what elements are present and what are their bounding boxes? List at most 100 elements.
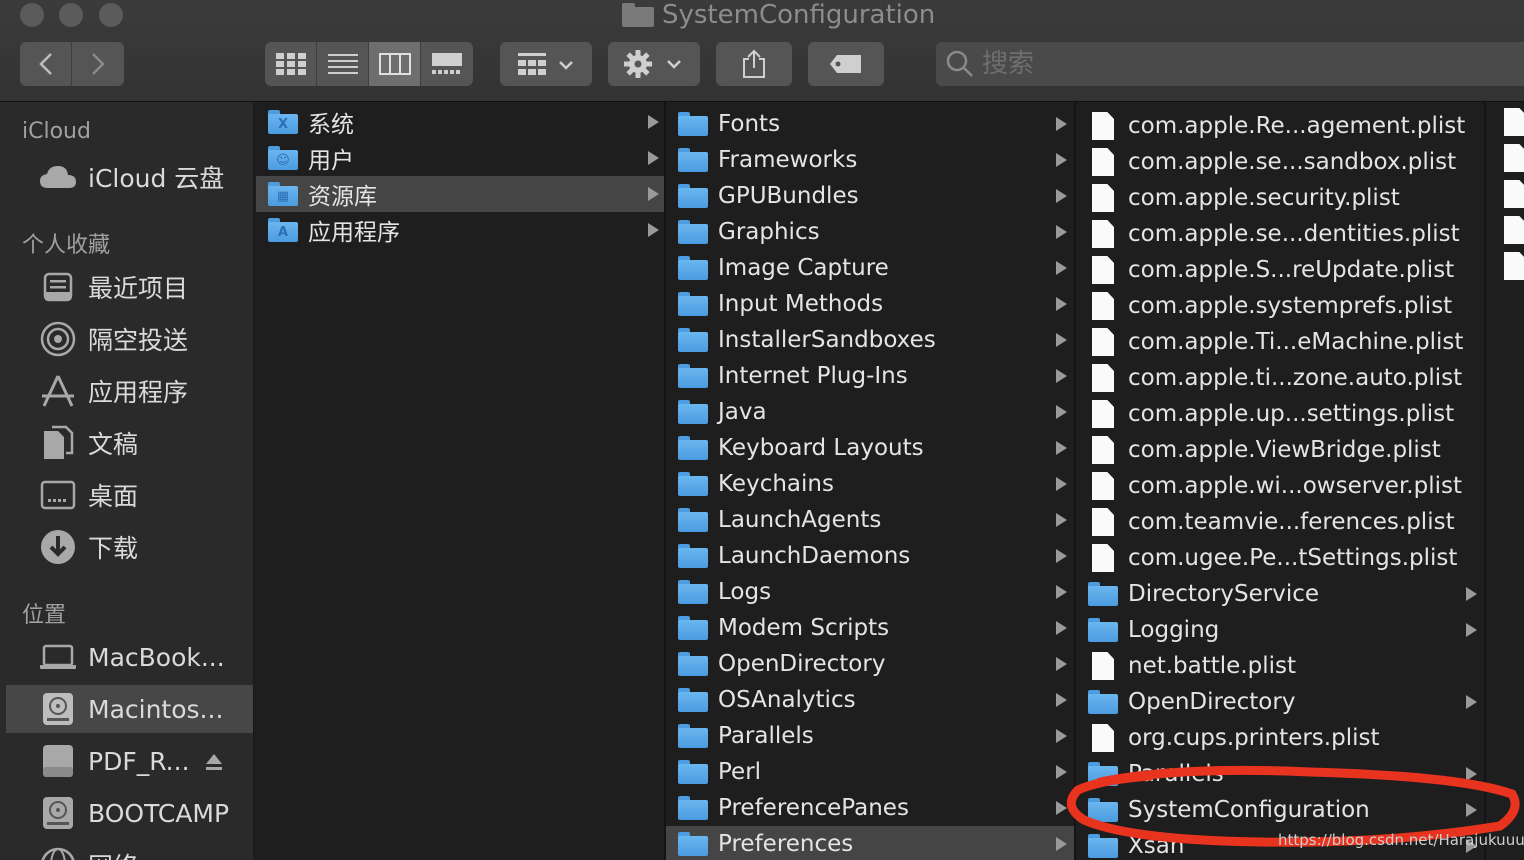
column-item-3[interactable]: A 应用程序: [256, 212, 664, 248]
column-item-label: Xsan: [1128, 833, 1185, 859]
column-item-14[interactable]: Logging: [1076, 612, 1484, 648]
chevron-right-icon: [92, 53, 105, 75]
column-item-9[interactable]: com.apple.ViewBridge.plist: [1076, 432, 1484, 468]
search-input[interactable]: [982, 49, 1482, 79]
column-item-1[interactable]: Frameworks: [666, 142, 1074, 178]
forward-button[interactable]: [72, 42, 124, 86]
column-item-9[interactable]: Keyboard Layouts: [666, 430, 1074, 466]
column-item-16[interactable]: OSAnalytics: [666, 682, 1074, 718]
column-item-5[interactable]: com.apple.systemprefs.plist: [1076, 288, 1484, 324]
column-item-18[interactable]: Perl: [666, 754, 1074, 790]
back-button[interactable]: [20, 42, 72, 86]
column-item-label: com.apple.S...reUpdate.plist: [1128, 257, 1455, 283]
close-window-button[interactable]: [20, 3, 44, 27]
share-button[interactable]: [716, 42, 792, 86]
folder-icon: [1088, 762, 1118, 786]
column-item-6[interactable]: InstallerSandboxes: [666, 322, 1074, 358]
column-item-label: Perl: [718, 759, 762, 785]
column-item-0[interactable]: X 系统: [256, 104, 664, 140]
column-item-18[interactable]: Parallels: [1076, 756, 1484, 792]
folder-icon: [678, 328, 708, 352]
column-item-14[interactable]: Modem Scripts: [666, 610, 1074, 646]
column-item-1[interactable]: ☺ 用户: [256, 140, 664, 176]
column-item-2[interactable]: com.apple.security.plist: [1076, 180, 1484, 216]
sidebar-item-desktop[interactable]: 桌面: [6, 471, 253, 519]
column-item-15[interactable]: OpenDirectory: [666, 646, 1074, 682]
column-item-15[interactable]: net.battle.plist: [1076, 648, 1484, 684]
column-item-12[interactable]: LaunchDaemons: [666, 538, 1074, 574]
sidebar-item-network[interactable]: 网络: [6, 841, 253, 860]
sidebar-item-airdrop[interactable]: 隔空投送: [6, 315, 253, 363]
column-item-6[interactable]: com.apple.Ti...eMachine.plist: [1076, 324, 1484, 360]
network-icon: [38, 845, 78, 860]
group-by-button[interactable]: [500, 42, 592, 86]
column-item-label: com.apple.systemprefs.plist: [1128, 293, 1453, 319]
column-item-11[interactable]: LaunchAgents: [666, 502, 1074, 538]
search-field[interactable]: [936, 42, 1524, 86]
sidebar-item-bootcamp[interactable]: BOOTCAMP: [6, 789, 253, 837]
sidebar-item-downloads[interactable]: 下载: [6, 523, 253, 571]
document-icon: [1504, 216, 1524, 244]
chevron-right-icon: [1056, 801, 1067, 815]
column-item-11[interactable]: com.teamvie...ferences.plist: [1076, 504, 1484, 540]
chevron-right-icon: [1056, 225, 1067, 239]
list-view-button[interactable]: [317, 42, 369, 86]
column-item-7[interactable]: Internet Plug-Ins: [666, 358, 1074, 394]
column-item-0[interactable]: Fonts: [666, 106, 1074, 142]
chevron-left-icon: [38, 53, 52, 75]
eject-icon[interactable]: [204, 749, 224, 778]
document-icon: [1092, 724, 1114, 752]
column-item-3[interactable]: Graphics: [666, 214, 1074, 250]
document-icon: [1092, 148, 1114, 176]
icon-view-button[interactable]: [265, 42, 317, 86]
column-item-1[interactable]: com.apple.se...sandbox.plist: [1076, 144, 1484, 180]
column-item-3[interactable]: com.apple.se...dentities.plist: [1076, 216, 1484, 252]
gallery-view-button[interactable]: [421, 42, 473, 86]
column-item-8[interactable]: com.apple.up...settings.plist: [1076, 396, 1484, 432]
folder-icon: [678, 220, 708, 244]
sidebar-item-recents[interactable]: 最近项目: [6, 263, 253, 311]
column-item-4[interactable]: Image Capture: [666, 250, 1074, 286]
column-item-label: Frameworks: [718, 147, 858, 173]
sidebar-item-label: 网络: [88, 847, 138, 860]
column-item-19[interactable]: SystemConfiguration: [1076, 792, 1484, 828]
column-item-7[interactable]: com.apple.ti...zone.auto.plist: [1076, 360, 1484, 396]
column-item-0[interactable]: com.apple.Re...agement.plist: [1076, 108, 1484, 144]
column-view-button[interactable]: [369, 42, 421, 86]
column-item-8[interactable]: Java: [666, 394, 1074, 430]
column-item-13[interactable]: DirectoryService: [1076, 576, 1484, 612]
sidebar-item-documents[interactable]: 文稿: [6, 419, 253, 467]
tags-button[interactable]: [808, 42, 884, 86]
folder-icon: [678, 616, 708, 640]
sidebar-section-icloud: iCloud: [22, 119, 91, 144]
sidebar-item-macbook[interactable]: MacBook...: [6, 633, 253, 681]
sidebar-item-macintosh-hd[interactable]: Macintos...: [6, 685, 253, 733]
document-icon: [1092, 256, 1114, 284]
columns-icon: [378, 53, 411, 75]
column-item-16[interactable]: OpenDirectory: [1076, 684, 1484, 720]
share-icon: [743, 49, 765, 78]
column-item-10[interactable]: com.apple.wi...owserver.plist: [1076, 468, 1484, 504]
sidebar-item-label: Macintos...: [88, 694, 224, 724]
column-item-label: Graphics: [718, 219, 820, 245]
action-menu-button[interactable]: [608, 42, 700, 86]
column-item-5[interactable]: Input Methods: [666, 286, 1074, 322]
column-item-label: net.battle.plist: [1128, 653, 1297, 679]
column-item-13[interactable]: Logs: [666, 574, 1074, 610]
column-item-12[interactable]: com.ugee.Pe...tSettings.plist: [1076, 540, 1484, 576]
column-item-2[interactable]: ▦ 资源库: [256, 176, 664, 212]
sidebar-item-pdf-reader[interactable]: PDF_R...: [6, 737, 253, 785]
minimize-window-button[interactable]: [59, 3, 83, 27]
sidebar-item-icloud-drive[interactable]: iCloud 云盘: [6, 153, 253, 201]
sidebar-item-applications[interactable]: 应用程序: [6, 367, 253, 415]
column-item-20[interactable]: Preferences: [666, 826, 1074, 860]
column-item-17[interactable]: org.cups.printers.plist: [1076, 720, 1484, 756]
column-item-19[interactable]: PreferencePanes: [666, 790, 1074, 826]
desktop-icon: [38, 475, 78, 515]
column-item-2[interactable]: GPUBundles: [666, 178, 1074, 214]
zoom-window-button[interactable]: [99, 3, 123, 27]
column-item-17[interactable]: Parallels: [666, 718, 1074, 754]
column-item-label: Keyboard Layouts: [718, 435, 924, 461]
column-item-4[interactable]: com.apple.S...reUpdate.plist: [1076, 252, 1484, 288]
column-item-10[interactable]: Keychains: [666, 466, 1074, 502]
